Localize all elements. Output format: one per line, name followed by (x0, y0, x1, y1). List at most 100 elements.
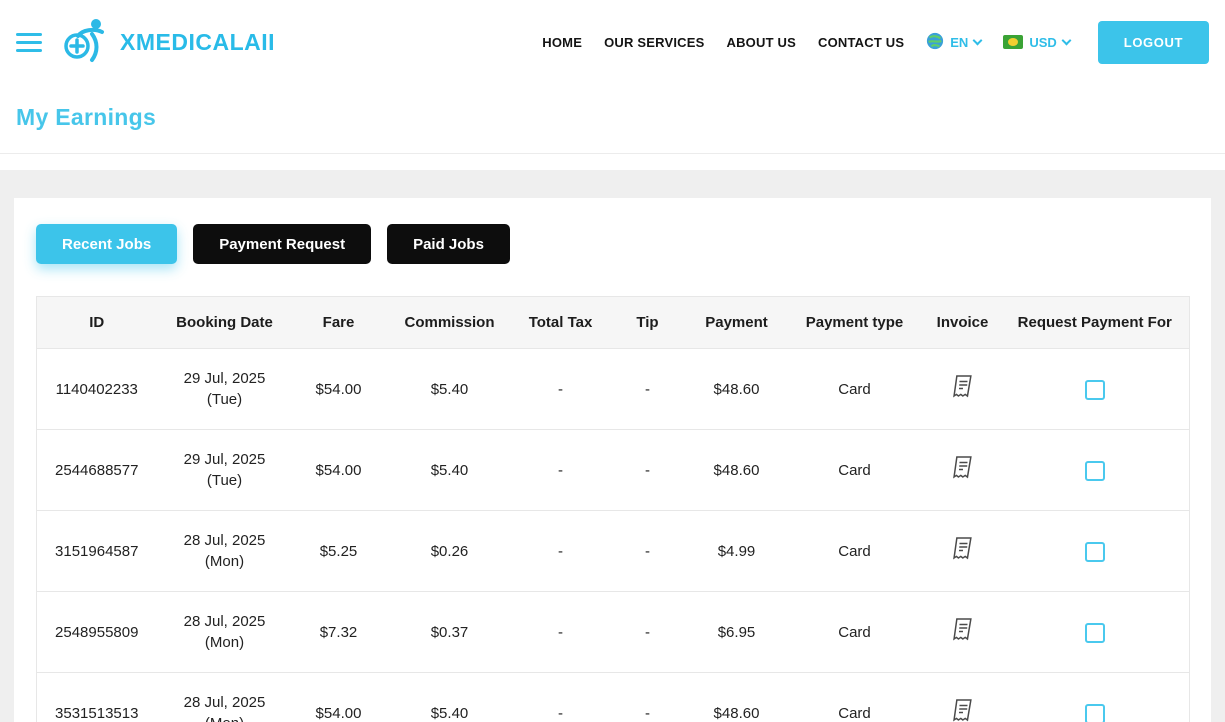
table-row: 1140402233 29 Jul, 2025 (Tue) $54.00 $5.4… (36, 348, 1190, 430)
table-row: 2548955809 28 Jul, 2025 (Mon) $7.32 $0.37… (36, 591, 1190, 673)
page-title: My Earnings (16, 104, 157, 130)
title-bar: My Earnings (0, 84, 1225, 154)
cell-request-payment (1000, 672, 1190, 722)
cell-booking-date: 29 Jul, 2025 (Tue) (156, 429, 293, 511)
col-commission: Commission (384, 296, 515, 349)
col-fare: Fare (292, 296, 385, 349)
top-header: XMEDICALAII HOME OUR SERVICES ABOUT US C… (0, 0, 1225, 84)
cell-booking-date: 28 Jul, 2025(Mon) (156, 672, 293, 722)
col-tip: Tip (606, 296, 689, 349)
cell-total-tax: - (514, 429, 607, 511)
col-request-payment-for: Request Payment For (1000, 296, 1190, 349)
table-row: 3531513513 28 Jul, 2025(Mon) $54.00 $5.4… (36, 672, 1190, 722)
cell-commission: $5.40 (384, 348, 515, 430)
tab-recent-jobs[interactable]: Recent Jobs (36, 224, 178, 264)
cell-fare: $54.00 (292, 672, 385, 722)
invoice-icon[interactable] (952, 455, 974, 485)
cell-payment-type: Card (784, 429, 925, 511)
nav-home[interactable]: HOME (542, 35, 582, 50)
cell-total-tax: - (514, 591, 607, 673)
cell-payment: $6.95 (688, 591, 785, 673)
logo[interactable]: XMEDICALAII (58, 16, 275, 69)
main-nav: HOME OUR SERVICES ABOUT US CONTACT US EN… (542, 20, 1209, 64)
col-invoice: Invoice (924, 296, 1001, 349)
globe-icon (926, 32, 944, 53)
invoice-icon[interactable] (952, 374, 974, 404)
col-booking-date: Booking Date (156, 296, 293, 349)
invoice-icon[interactable] (952, 536, 974, 566)
currency-flag-icon (1003, 35, 1024, 49)
cell-total-tax: - (514, 348, 607, 430)
cell-commission: $0.26 (384, 510, 515, 592)
request-payment-checkbox[interactable] (1084, 703, 1105, 722)
cell-payment-type: Card (784, 672, 925, 722)
request-payment-checkbox[interactable] (1084, 379, 1105, 400)
logo-text: XMEDICALAII (120, 28, 276, 55)
cell-booking-date: 28 Jul, 2025(Mon) (156, 510, 293, 592)
chevron-down-icon (1061, 35, 1072, 45)
cell-request-payment (1000, 591, 1190, 673)
cell-fare: $5.25 (292, 510, 385, 592)
nav-our-services[interactable]: OUR SERVICES (604, 35, 704, 50)
cell-tip: - (606, 429, 689, 511)
currency-selector[interactable]: USD (1003, 34, 1072, 50)
chevron-down-icon (972, 35, 983, 45)
cell-invoice (924, 348, 1001, 430)
cell-request-payment (1000, 429, 1190, 511)
cell-fare: $54.00 (292, 348, 385, 430)
content-area: Recent Jobs Payment Request Paid Jobs ID… (0, 170, 1225, 722)
cell-payment: $4.99 (688, 510, 785, 592)
col-payment-type: Payment type (784, 296, 925, 349)
cell-booking-date: 29 Jul, 2025 (Tue) (156, 348, 293, 430)
cell-job-id: 1140402233 (36, 348, 157, 430)
cell-commission: $0.37 (384, 591, 515, 673)
request-payment-checkbox[interactable] (1084, 541, 1105, 562)
col-total-tax: Total Tax (514, 296, 607, 349)
tab-paid-jobs[interactable]: Paid Jobs (387, 224, 510, 264)
cell-tip: - (606, 672, 689, 722)
cell-commission: $5.40 (384, 429, 515, 511)
cell-fare: $54.00 (292, 429, 385, 511)
cell-payment-type: Card (784, 591, 925, 673)
cell-payment-type: Card (784, 510, 925, 592)
cell-payment: $48.60 (688, 348, 785, 430)
cell-tip: - (606, 591, 689, 673)
cell-commission: $5.40 (384, 672, 515, 722)
hamburger-menu-icon[interactable] (16, 32, 42, 52)
spacer (0, 154, 1225, 170)
cell-request-payment (1000, 348, 1190, 430)
table-row: 3151964587 28 Jul, 2025 (Mon) $5.25 $0.26… (36, 510, 1190, 592)
col-id: ID (36, 296, 157, 349)
tabs: Recent Jobs Payment Request Paid Jobs (36, 224, 1189, 264)
cell-payment-type: Card (784, 348, 925, 430)
currency-label: USD (1029, 34, 1057, 50)
logout-button[interactable]: LOGOUT (1097, 20, 1209, 64)
cell-booking-date: 28 Jul, 2025(Mon) (156, 591, 293, 673)
table-header: ID Booking Date Fare Commission Total Ta… (36, 296, 1190, 349)
cell-invoice (924, 591, 1001, 673)
cell-total-tax: - (514, 672, 607, 722)
table-body: 1140402233 29 Jul, 2025 (Tue) $54.00 $5.4… (36, 348, 1190, 722)
earnings-card: Recent Jobs Payment Request Paid Jobs ID… (14, 198, 1211, 722)
invoice-icon[interactable] (952, 698, 974, 722)
request-payment-checkbox[interactable] (1084, 622, 1105, 643)
cell-invoice (924, 429, 1001, 511)
earnings-table: ID Booking Date Fare Commission Total Ta… (36, 296, 1190, 722)
language-selector[interactable]: EN (926, 32, 983, 53)
tab-payment-request[interactable]: Payment Request (193, 224, 372, 264)
cell-invoice (924, 672, 1001, 722)
nav-about-us[interactable]: ABOUT US (727, 35, 797, 50)
table-row: 2544688577 29 Jul, 2025 (Tue) $54.00 $5.4… (36, 429, 1190, 511)
invoice-icon[interactable] (952, 617, 974, 647)
cell-invoice (924, 510, 1001, 592)
request-payment-checkbox[interactable] (1084, 460, 1105, 481)
cell-tip: - (606, 348, 689, 430)
cell-fare: $7.32 (292, 591, 385, 673)
cell-payment: $48.60 (688, 429, 785, 511)
cell-job-id: 2544688577 (36, 429, 157, 511)
logo-icon (58, 16, 114, 69)
language-label: EN (950, 34, 969, 50)
cell-payment: $48.60 (688, 672, 785, 722)
cell-request-payment (1000, 510, 1190, 592)
nav-contact-us[interactable]: CONTACT US (818, 35, 904, 50)
